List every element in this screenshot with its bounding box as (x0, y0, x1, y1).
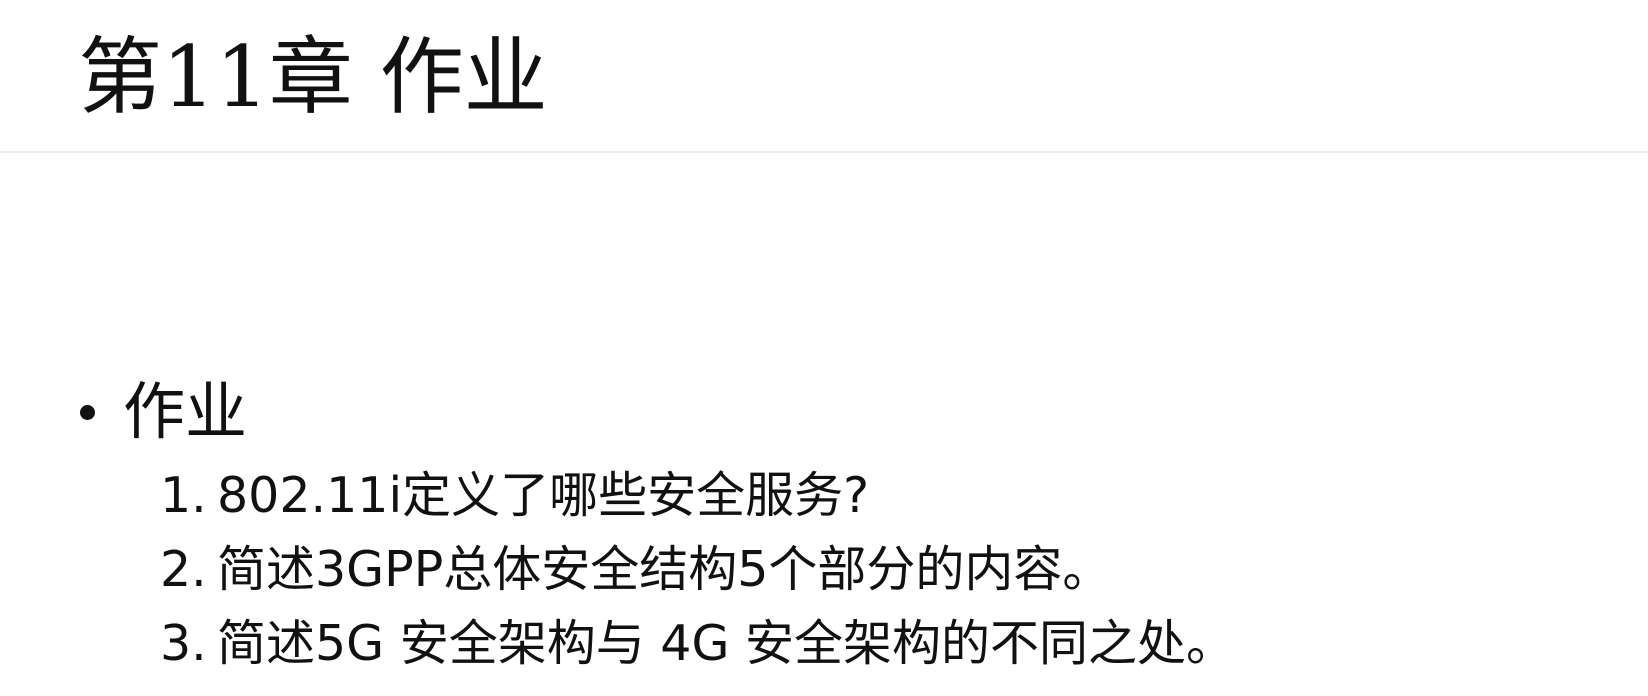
bullet-item: 作业 (72, 372, 247, 452)
item-number: 1. (160, 467, 207, 524)
item-number: 3. (160, 615, 207, 672)
item-text: 802.11i定义了哪些安全服务? (217, 467, 870, 524)
list-item: 1. 802.11i定义了哪些安全服务? (160, 459, 1235, 533)
slide-title: 第11章 作业 (78, 28, 548, 126)
homework-list: 1. 802.11i定义了哪些安全服务? 2. 简述3GPP总体安全结构5个部分… (160, 459, 1235, 681)
item-number: 2. (160, 541, 207, 598)
bullet-text: 作业 (123, 375, 248, 448)
item-text: 简述3GPP总体安全结构5个部分的内容。 (217, 541, 1112, 598)
list-item: 2. 简述3GPP总体安全结构5个部分的内容。 (160, 533, 1235, 607)
list-item: 3. 简述5G 安全架构与 4G 安全架构的不同之处。 (160, 607, 1235, 681)
title-divider (0, 151, 1648, 153)
item-text: 简述5G 安全架构与 4G 安全架构的不同之处。 (217, 615, 1236, 672)
bullet-dot-icon (80, 404, 95, 420)
